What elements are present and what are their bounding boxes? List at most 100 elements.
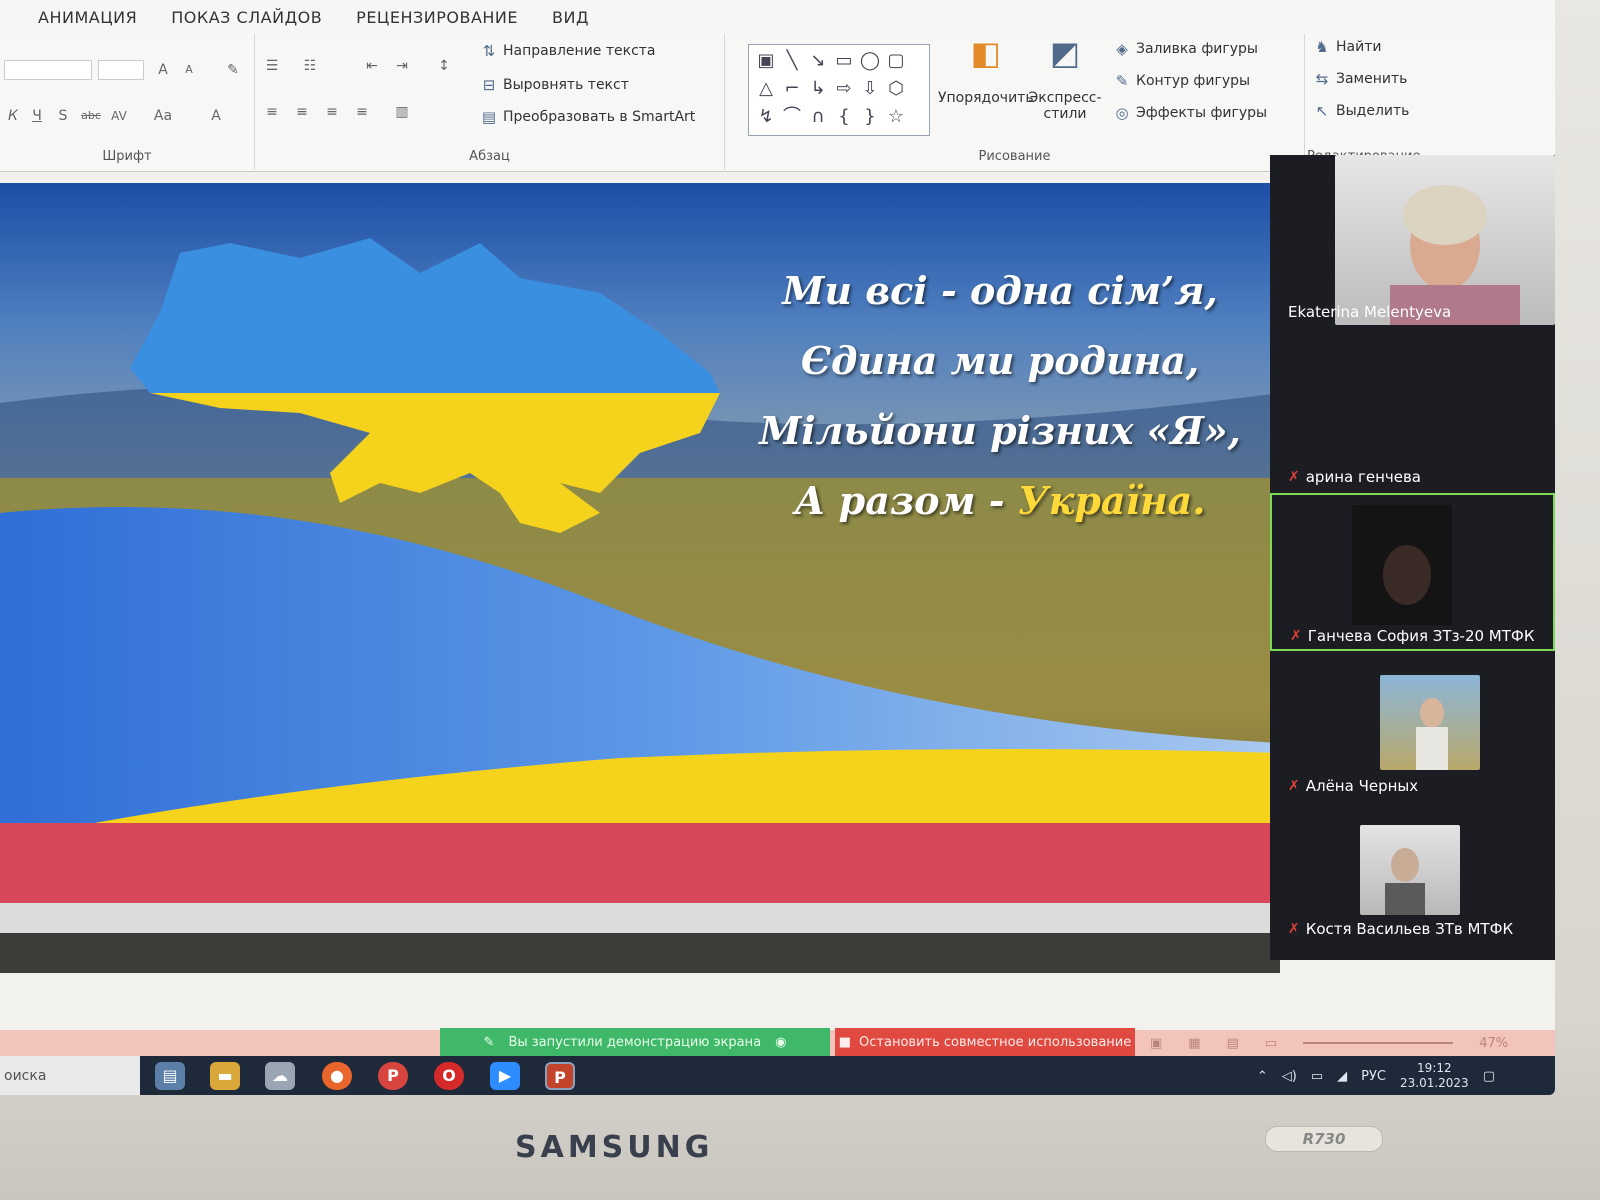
replace-button[interactable]: ⇆ Заменить: [1313, 70, 1408, 88]
notification-icon[interactable]: ▢: [1483, 1069, 1495, 1084]
zoom-slider[interactable]: [1303, 1042, 1454, 1044]
star-shape-icon[interactable]: ☆: [883, 103, 909, 131]
align-right-icon[interactable]: ≡: [321, 102, 343, 122]
triangle-shape-icon[interactable]: △: [753, 75, 779, 103]
clear-format-icon[interactable]: ✎: [222, 60, 244, 80]
quick-styles-button[interactable]: ◩ Экспресс-стили: [1025, 37, 1105, 122]
system-tray: ⌃ ◁) ▭ ◢ РУС 19:12 23.01.2023 ▢: [1257, 1056, 1495, 1095]
slide-sorter-icon[interactable]: ▦: [1188, 1036, 1200, 1051]
volume-icon[interactable]: ◁): [1282, 1069, 1297, 1084]
normal-view-icon[interactable]: ▣: [1150, 1036, 1162, 1051]
participant-video: [1360, 825, 1460, 915]
slideshow-view-icon[interactable]: ▭: [1265, 1036, 1277, 1051]
opera-icon[interactable]: O: [434, 1062, 464, 1090]
justify-icon[interactable]: ≡: [351, 102, 373, 122]
down-arrow-shape-icon[interactable]: ⇩: [857, 75, 883, 103]
flowchart-shape-icon[interactable]: ⬡: [883, 75, 909, 103]
right-arrow-shape-icon[interactable]: ⇨: [831, 75, 857, 103]
shape-fill-button[interactable]: ◈ Заливка фигуры: [1113, 40, 1258, 58]
arc-shape-icon[interactable]: ∩: [805, 103, 831, 131]
shadow-icon[interactable]: S: [52, 106, 74, 126]
app-p-icon[interactable]: P: [378, 1062, 408, 1090]
participant-tile[interactable]: ✗ Костя Васильев ЗТв МТФК: [1270, 810, 1555, 960]
indent-icon[interactable]: ⇥: [391, 56, 413, 76]
font-color-icon[interactable]: A: [205, 106, 227, 126]
text-direction-icon: ⇅: [482, 42, 496, 60]
chevron-up-icon[interactable]: ⌃: [1257, 1069, 1268, 1084]
shapes-gallery[interactable]: ▣ ╲ ↘ ▭ ◯ ▢ △ ⌐ ↳ ⇨ ⇩ ⬡ ↯ ⌒ ∩ { } ☆: [748, 44, 930, 136]
brace-right-shape-icon[interactable]: }: [857, 103, 883, 131]
participant-tile[interactable]: Ekaterina Melentyeva: [1270, 155, 1555, 330]
firefox-icon[interactable]: ●: [322, 1062, 352, 1090]
arrow-shape-icon[interactable]: ↘: [805, 47, 831, 75]
shield-icon: ◉: [775, 1034, 787, 1050]
freeform-shape-icon[interactable]: ↯: [753, 103, 779, 131]
sharing-status-pill[interactable]: ✎ Вы запустили демонстрацию экрана ◉: [440, 1028, 830, 1056]
menu-view[interactable]: ВИД: [552, 8, 589, 27]
text-direction-button[interactable]: ⇅ Направление текста: [480, 42, 656, 60]
select-button[interactable]: ↖ Выделить: [1313, 102, 1410, 120]
cloud-app-icon[interactable]: ☁: [265, 1062, 295, 1090]
italic-icon[interactable]: К: [2, 106, 24, 126]
arrange-button[interactable]: ◧ Упорядочить: [938, 37, 1034, 106]
drawing-group-label: Рисование: [978, 149, 1051, 164]
align-left-icon[interactable]: ≡: [261, 102, 283, 122]
replace-label: Заменить: [1336, 71, 1408, 87]
line-spacing-icon[interactable]: ↕: [433, 56, 455, 76]
slide-canvas[interactable]: Ми всі - одна сім’я, Єдина ми родина, Мі…: [0, 183, 1280, 973]
text-direction-label: Направление текста: [503, 43, 656, 59]
curve-shape-icon[interactable]: ⌒: [779, 103, 805, 131]
find-label: Найти: [1336, 39, 1382, 55]
underline-icon[interactable]: Ч: [26, 106, 48, 126]
poem-line-4: А разом - Україна.: [740, 478, 1260, 523]
numbering-icon[interactable]: ☷: [299, 56, 321, 76]
file-explorer-icon[interactable]: ▤: [155, 1062, 185, 1090]
spacing-icon[interactable]: AV: [108, 106, 130, 126]
shrink-font-button[interactable]: A: [178, 60, 200, 80]
line-shape-icon[interactable]: ╲: [779, 47, 805, 75]
strikethrough-icon[interactable]: abc: [80, 106, 102, 126]
poem-highlight-ukraine: Україна.: [1017, 478, 1206, 523]
textbox-shape-icon[interactable]: ▣: [753, 47, 779, 75]
font-size-box[interactable]: [98, 60, 144, 80]
columns-icon[interactable]: ▥: [391, 102, 413, 122]
wifi-icon[interactable]: ◢: [1337, 1069, 1347, 1084]
connector-shape-icon[interactable]: ⌐: [779, 75, 805, 103]
stop-share-button[interactable]: ■ Остановить совместное использование: [835, 1028, 1135, 1056]
monitor-bezel: АНИМАЦИЯ ПОКАЗ СЛАЙДОВ РЕЦЕНЗИРОВАНИЕ ВИ…: [0, 0, 1600, 1200]
clock[interactable]: 19:12 23.01.2023: [1400, 1061, 1469, 1091]
battery-icon[interactable]: ▭: [1311, 1069, 1323, 1084]
find-button[interactable]: ♞ Найти: [1313, 38, 1381, 56]
ribbon: A A ✎ К Ч S abc AV Aa A Шрифт ☰ ☷ ⇤ ⇥ ↕ …: [0, 34, 1555, 172]
powerpoint-icon[interactable]: P: [545, 1062, 575, 1090]
grow-font-button[interactable]: A: [152, 60, 174, 80]
rounded-rect-shape-icon[interactable]: ▢: [883, 47, 909, 75]
rectangle-shape-icon[interactable]: ▭: [831, 47, 857, 75]
clock-date: 23.01.2023: [1399, 1076, 1469, 1090]
shape-outline-button[interactable]: ✎ Контур фигуры: [1113, 72, 1250, 90]
convert-smartart-button[interactable]: ▤ Преобразовать в SmartArt: [480, 108, 695, 126]
oval-shape-icon[interactable]: ◯: [857, 47, 883, 75]
menu-review[interactable]: РЕЦЕНЗИРОВАНИЕ: [356, 8, 518, 27]
view-controls: ▣ ▦ ▤ ▭ 47%: [1150, 1030, 1508, 1056]
shape-effects-button[interactable]: ◎ Эффекты фигуры: [1113, 104, 1267, 122]
outdent-icon[interactable]: ⇤: [361, 56, 383, 76]
language-indicator[interactable]: РУС: [1361, 1069, 1386, 1084]
font-name-box[interactable]: [4, 60, 92, 80]
elbow-shape-icon[interactable]: ↳: [805, 75, 831, 103]
align-text-button[interactable]: ⊟ Выровнять текст: [480, 76, 629, 94]
zoom-level[interactable]: 47%: [1479, 1036, 1508, 1051]
change-case-button[interactable]: Aa: [148, 106, 178, 126]
taskbar-search[interactable]: оиска: [0, 1056, 140, 1095]
menu-slideshow[interactable]: ПОКАЗ СЛАЙДОВ: [171, 8, 322, 27]
folder-icon[interactable]: ▬: [210, 1062, 240, 1090]
participant-tile-active[interactable]: ✗ Ганчева София ЗТз-20 МТФК: [1270, 493, 1555, 651]
zoom-app-icon[interactable]: ▶: [490, 1062, 520, 1090]
participant-tile[interactable]: ✗ Алёна Черных: [1270, 655, 1555, 805]
menu-animation[interactable]: АНИМАЦИЯ: [38, 8, 137, 27]
bullets-icon[interactable]: ☰: [261, 56, 283, 76]
brace-left-shape-icon[interactable]: {: [831, 103, 857, 131]
align-center-icon[interactable]: ≡: [291, 102, 313, 122]
reading-view-icon[interactable]: ▤: [1227, 1036, 1239, 1051]
participant-tile[interactable]: ✗ арина генчева: [1270, 330, 1555, 490]
